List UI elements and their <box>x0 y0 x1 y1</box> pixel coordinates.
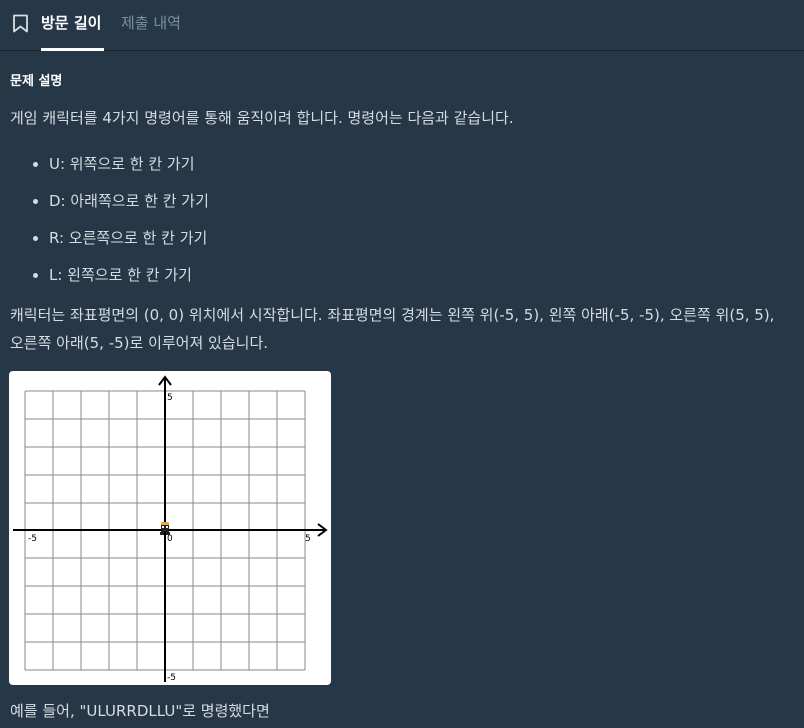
tab-submissions[interactable]: 제출 내역 <box>121 13 181 33</box>
axis-label-x-right: 5 <box>305 534 311 544</box>
axis-label-y-top: 5 <box>167 393 173 403</box>
intro-paragraph: 게임 캐릭터를 4가지 명령어를 통해 움직이려 합니다. 명령어는 다음과 같… <box>10 109 514 127</box>
bookmark-icon[interactable] <box>12 14 29 33</box>
example-text: 예를 들어, "ULURRDLLU"로 명령했다면 <box>10 702 270 720</box>
tab-problem[interactable]: 방문 길이 <box>41 13 101 33</box>
start-paragraph-line2: 오른쪽 아래(5, -5)로 이루어져 있습니다. <box>10 334 269 352</box>
start-paragraph-line1: 캐릭터는 좌표평면의 (0, 0) 위치에서 시작합니다. 좌표평면의 경계는 … <box>10 306 775 324</box>
list-item: R: 오른쪽으로 한 칸 가기 <box>29 225 209 262</box>
axis-label-y-bottom: -5 <box>167 673 176 683</box>
list-item: D: 아래쪽으로 한 칸 가기 <box>29 188 209 225</box>
axes <box>13 375 328 682</box>
list-item: U: 위쪽으로 한 칸 가기 <box>29 151 209 188</box>
active-tab-indicator <box>41 48 104 51</box>
axis-label-origin: 0 <box>167 534 173 544</box>
axis-label-x-left: -5 <box>28 534 37 544</box>
list-item: L: 왼쪽으로 한 칸 가기 <box>29 262 209 299</box>
command-list: U: 위쪽으로 한 칸 가기 D: 아래쪽으로 한 칸 가기 R: 오른쪽으로 … <box>29 151 209 299</box>
coordinate-plane: 5 -5 -5 5 0 <box>13 375 328 683</box>
tab-bar: 방문 길이 제출 내역 <box>0 0 804 51</box>
section-title: 문제 설명 <box>10 74 63 89</box>
coordinate-plane-figure: 5 -5 -5 5 0 <box>9 371 331 685</box>
